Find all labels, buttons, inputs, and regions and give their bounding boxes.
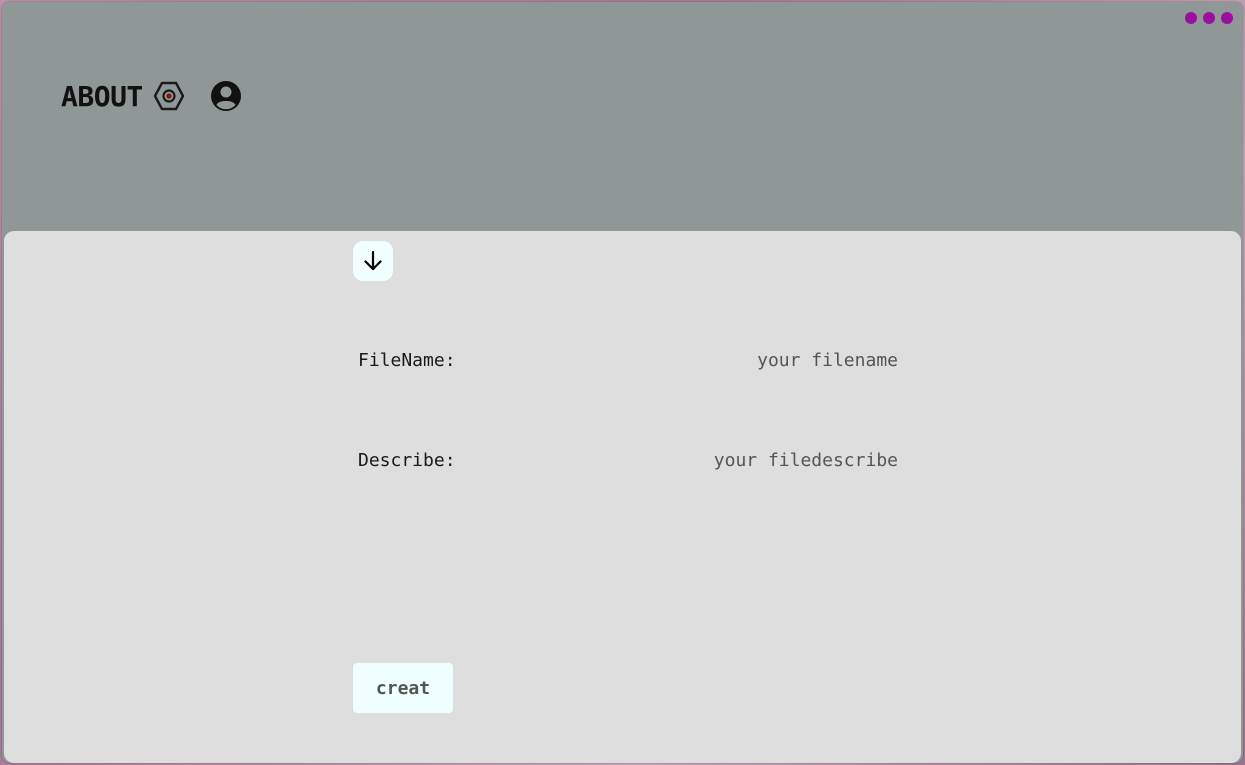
dot-icon[interactable] <box>1203 12 1215 24</box>
filename-input[interactable] <box>463 349 898 371</box>
window-menu-dots[interactable] <box>1185 12 1233 24</box>
describe-label: Describe: <box>358 449 456 471</box>
create-button[interactable]: creat <box>353 663 453 713</box>
collapse-button[interactable] <box>353 241 393 281</box>
describe-input[interactable] <box>463 449 898 471</box>
page-title: ABOUT <box>61 79 143 113</box>
describe-row: Describe: <box>358 448 898 472</box>
header: ABOUT <box>61 76 242 116</box>
arrow-down-icon <box>364 250 382 271</box>
account-circle-icon[interactable] <box>210 80 242 112</box>
form-panel: FileName: Describe: creat <box>4 231 1241 763</box>
filename-row: FileName: <box>358 348 898 372</box>
dot-icon[interactable] <box>1221 12 1233 24</box>
filename-label: FileName: <box>358 349 456 371</box>
app-window: ABOUT FileName: your filename Describe: … <box>2 2 1243 763</box>
dot-icon[interactable] <box>1185 12 1197 24</box>
settings-icon[interactable] <box>153 80 185 112</box>
